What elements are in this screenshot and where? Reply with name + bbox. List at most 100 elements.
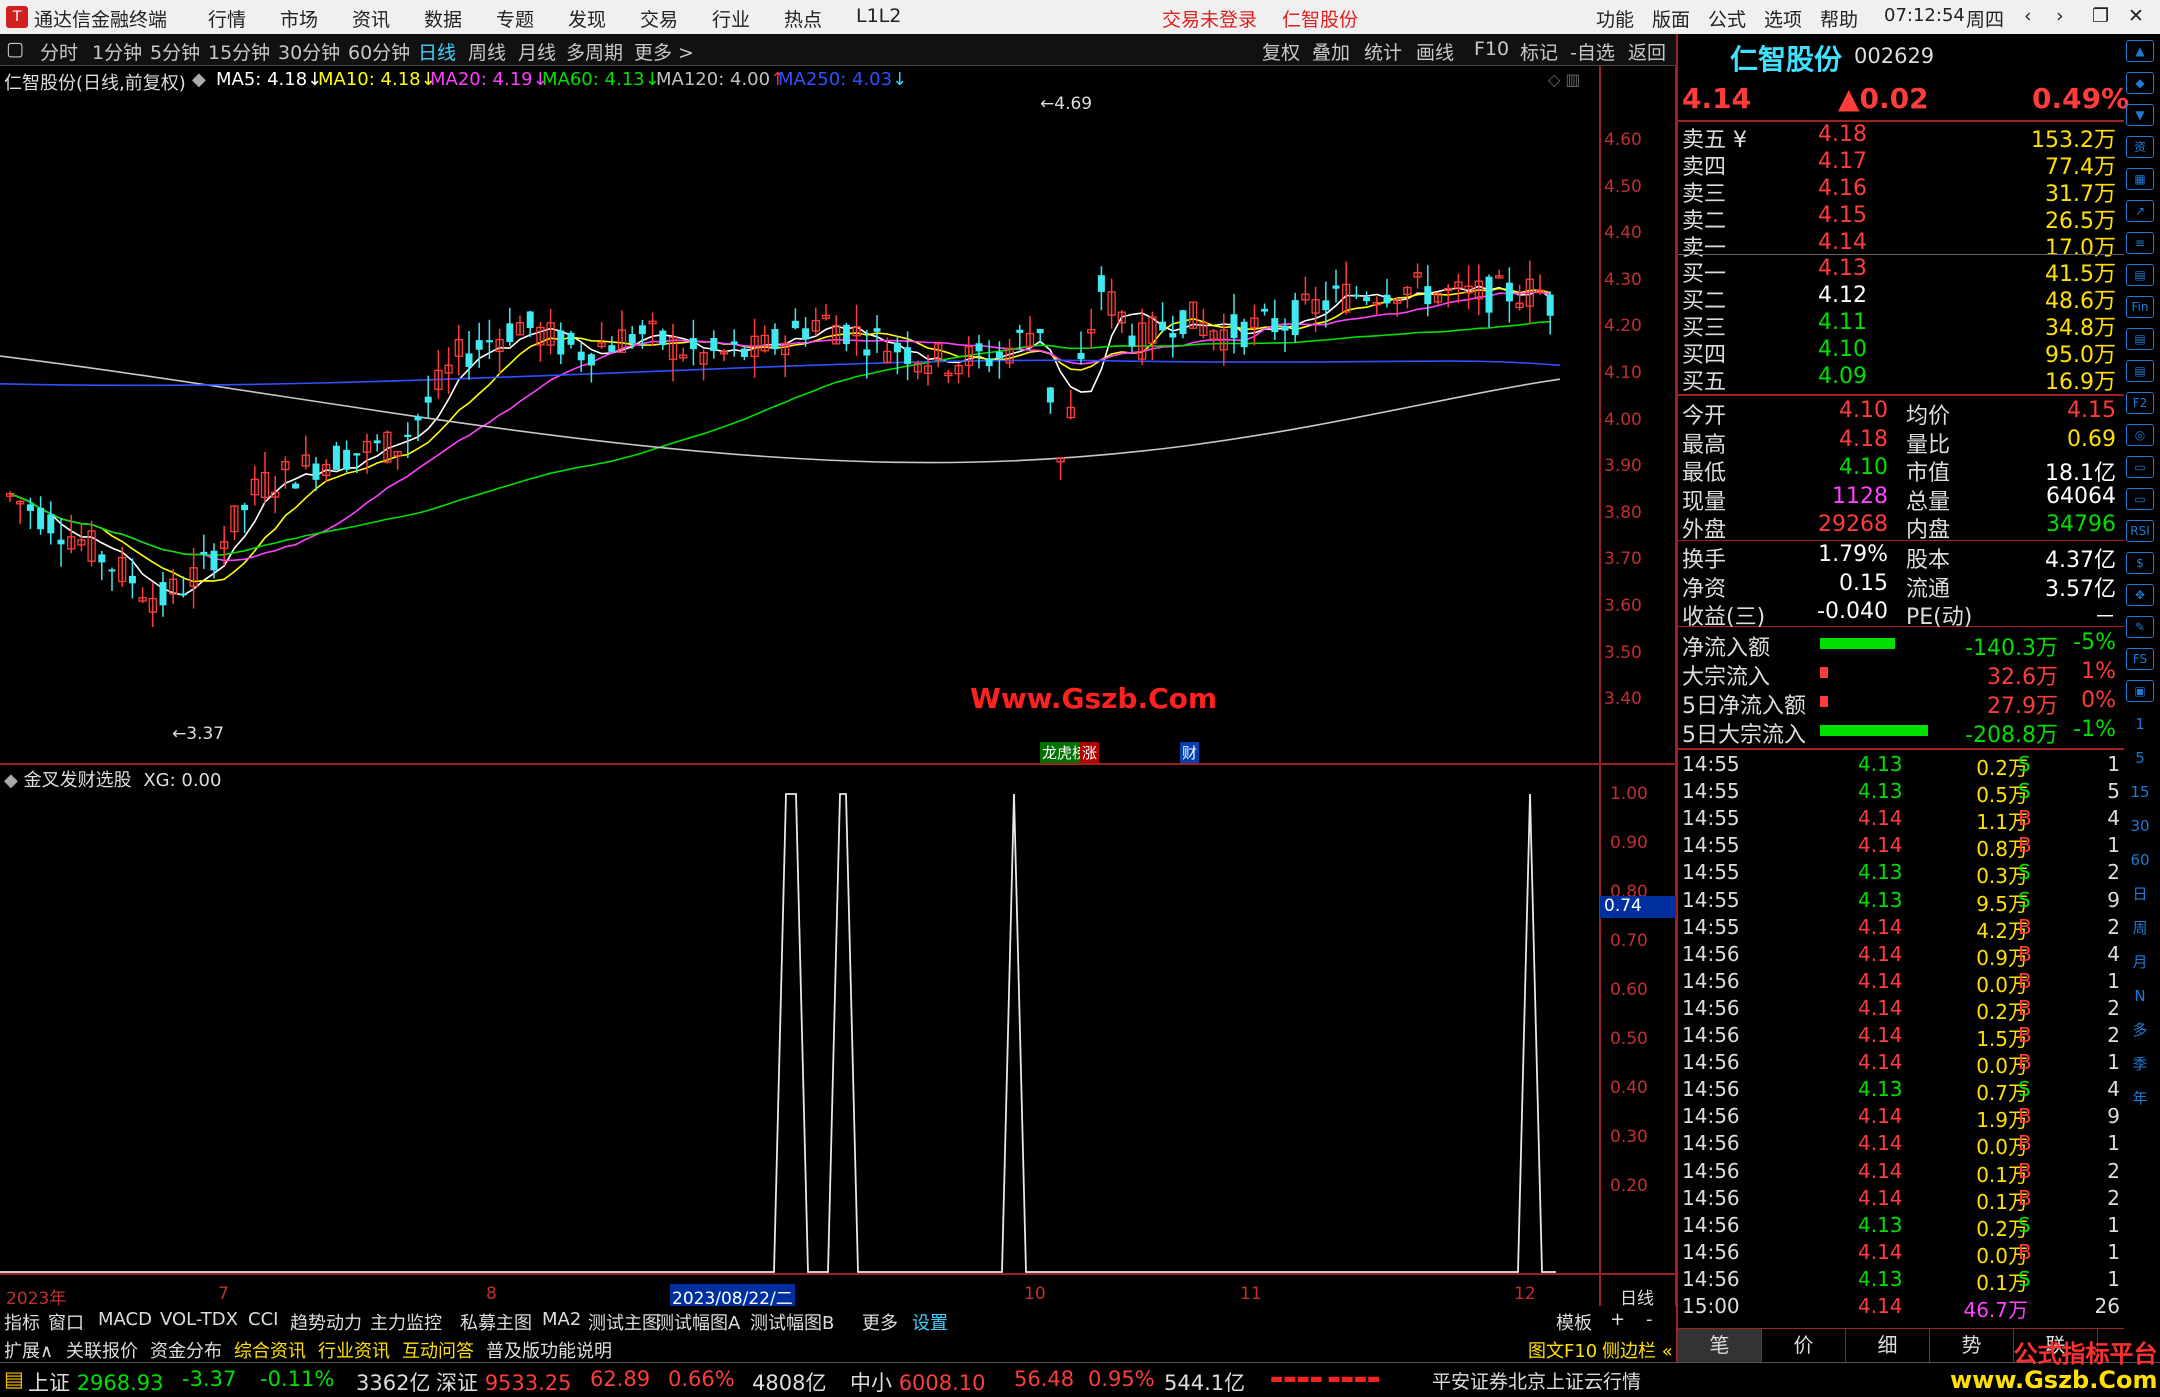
side-tool-icon[interactable]: ▤ (2126, 328, 2154, 350)
side-tool-icon[interactable]: 年 (2126, 1088, 2154, 1110)
indicator-tab[interactable]: MACD (98, 1309, 152, 1330)
menu-redian[interactable]: 热点 (784, 5, 822, 32)
template-tab[interactable]: 模板 (1556, 1309, 1592, 1335)
side-tool-icon[interactable]: 月 (2126, 952, 2154, 974)
side-tool-icon[interactable]: ↗ (2126, 200, 2154, 222)
menu-hangye[interactable]: 行业 (712, 5, 750, 32)
side-tool-icon[interactable]: ▣ (2126, 680, 2154, 702)
cai-badge[interactable]: 财 (1180, 742, 1200, 763)
extension-tab[interactable]: 资金分布 (150, 1337, 222, 1363)
tool-f10[interactable]: F10 (1474, 38, 1509, 60)
status-menu-icon[interactable]: ▤ (4, 1367, 24, 1391)
restore-icon[interactable]: ❐ (2092, 5, 2109, 27)
indicator-tab[interactable]: VOL-TDX (160, 1309, 238, 1330)
menu-banmian[interactable]: 版面 (1652, 5, 1690, 32)
tool-diejia[interactable]: 叠加 (1312, 38, 1350, 65)
menu-zixun[interactable]: 资讯 (352, 5, 390, 32)
side-tool-icon[interactable]: N (2126, 986, 2154, 1008)
period-15min[interactable]: 15分钟 (208, 38, 270, 65)
tool-zixuan[interactable]: -自选 (1570, 38, 1615, 65)
orderbook-row[interactable]: 买三 4.11 34.8万 (1678, 310, 2124, 341)
side-tool-icon[interactable]: $ (2126, 552, 2154, 574)
indicator-tab[interactable]: MA2 (542, 1309, 581, 1330)
kline-chart[interactable] (0, 66, 1676, 1316)
indicator-tab[interactable]: 测试主图 (588, 1309, 660, 1335)
indicator-tab[interactable]: 设置 (912, 1309, 948, 1335)
menu-xuanxiang[interactable]: 选项 (1764, 5, 1802, 32)
detail-tab[interactable]: 笔 (1678, 1329, 1762, 1362)
side-tool-icon[interactable]: 多 (2126, 1020, 2154, 1042)
period-week[interactable]: 周线 (468, 38, 506, 65)
period-month[interactable]: 月线 (518, 38, 556, 65)
side-tool-icon[interactable]: 资 (2126, 136, 2154, 158)
side-tool-icon[interactable]: ◎ (2126, 424, 2154, 446)
menu-l1l2[interactable]: L1L2 (856, 5, 901, 27)
orderbook-row[interactable]: 卖五 ¥4.18 153.2万 (1678, 122, 2124, 153)
back-icon[interactable]: ‹ (2024, 5, 2032, 27)
menu-shichang[interactable]: 市场 (280, 5, 318, 32)
menu-hangqing[interactable]: 行情 (208, 5, 246, 32)
side-tool-icon[interactable]: ≡ (2126, 232, 2154, 254)
forward-icon[interactable]: › (2056, 5, 2064, 27)
side-tool-icon[interactable]: ▤ (2126, 264, 2154, 286)
detail-tab[interactable]: 细 (1846, 1329, 1930, 1362)
extension-tab[interactable]: 关联报价 (66, 1337, 138, 1363)
side-tool-icon[interactable]: ▼ (2126, 104, 2154, 126)
side-tab[interactable]: 图文F10 (1528, 1337, 1597, 1363)
index-zx[interactable]: 中小 6008.10 (850, 1367, 986, 1397)
side-tool-icon[interactable]: RSI (2126, 520, 2154, 542)
side-tool-icon[interactable]: Fin (2126, 296, 2154, 318)
period-more[interactable]: 更多 > (634, 38, 694, 65)
menu-faxian[interactable]: 发现 (568, 5, 606, 32)
tool-tongji[interactable]: 统计 (1364, 38, 1402, 65)
side-tool-icon[interactable]: 1 (2126, 714, 2154, 736)
extension-tab[interactable]: 互动问答 (402, 1337, 474, 1363)
index-sz[interactable]: 深证 9533.25 (436, 1367, 572, 1397)
period-5min[interactable]: 5分钟 (150, 38, 200, 65)
indicator-tab[interactable]: 趋势动力 (290, 1309, 362, 1335)
extension-tab[interactable]: 扩展∧ (4, 1337, 53, 1363)
tool-fuquan[interactable]: 复权 (1262, 38, 1300, 65)
period-day[interactable]: 日线 (418, 38, 456, 65)
menu-zhuanti[interactable]: 专题 (496, 5, 534, 32)
orderbook-row[interactable]: 卖二 4.15 26.5万 (1678, 203, 2124, 234)
close-icon[interactable]: ✕ (2128, 5, 2144, 27)
side-tool-icon[interactable]: ▲ (2126, 40, 2154, 62)
side-tool-icon[interactable]: ▦ (2126, 168, 2154, 190)
side-tool-icon[interactable]: 15 (2126, 782, 2154, 804)
menu-bangzhu[interactable]: 帮助 (1820, 5, 1858, 32)
tool-fanhui[interactable]: 返回 (1628, 38, 1666, 65)
indicator-tab[interactable]: 窗口 (48, 1309, 84, 1335)
side-tool-icon[interactable]: ◆ (2126, 72, 2154, 94)
side-tool-icon[interactable]: 30 (2126, 816, 2154, 838)
period-1min[interactable]: 1分钟 (92, 38, 142, 65)
side-tool-icon[interactable]: 日 (2126, 884, 2154, 906)
menu-jiaoyi[interactable]: 交易 (640, 5, 678, 32)
side-tool-icon[interactable]: 5 (2126, 748, 2154, 770)
side-tool-icon[interactable]: FS (2126, 648, 2154, 670)
menu-gongneng[interactable]: 功能 (1596, 5, 1634, 32)
side-tool-icon[interactable]: 季 (2126, 1054, 2154, 1076)
orderbook-row[interactable]: 卖三 4.16 31.7万 (1678, 176, 2124, 207)
side-tool-icon[interactable]: 60 (2126, 850, 2154, 872)
menu-gongshi[interactable]: 公式 (1708, 5, 1746, 32)
orderbook-row[interactable]: 买二 4.12 48.6万 (1678, 283, 2124, 314)
orderbook-row[interactable]: 买一 4.13 41.5万 (1678, 256, 2124, 287)
indicator-tab[interactable]: 测试幅图A (656, 1309, 740, 1335)
login-status[interactable]: 交易未登录 (1162, 5, 1257, 32)
indicator-tab[interactable]: 更多 (862, 1309, 898, 1335)
side-tool-icon[interactable]: 周 (2126, 918, 2154, 940)
orderbook-row[interactable]: 卖四 4.17 77.4万 (1678, 149, 2124, 180)
period-30min[interactable]: 30分钟 (278, 38, 340, 65)
period-multi[interactable]: 多周期 (566, 38, 623, 65)
tool-biaoji[interactable]: 标记 (1520, 38, 1558, 65)
side-tab[interactable]: 侧边栏 « (1602, 1337, 1673, 1363)
tool-huaxian[interactable]: 画线 (1416, 38, 1454, 65)
period-60min[interactable]: 60分钟 (348, 38, 410, 65)
side-tool-icon[interactable]: ▤ (2126, 360, 2154, 382)
index-sh[interactable]: 上证 2968.93 (28, 1367, 164, 1397)
side-tool-icon[interactable]: ✎ (2126, 616, 2154, 638)
detail-tab[interactable]: 价 (1762, 1329, 1846, 1362)
indicator-tab[interactable]: CCI (248, 1309, 278, 1330)
template-tab[interactable]: + (1610, 1309, 1625, 1330)
